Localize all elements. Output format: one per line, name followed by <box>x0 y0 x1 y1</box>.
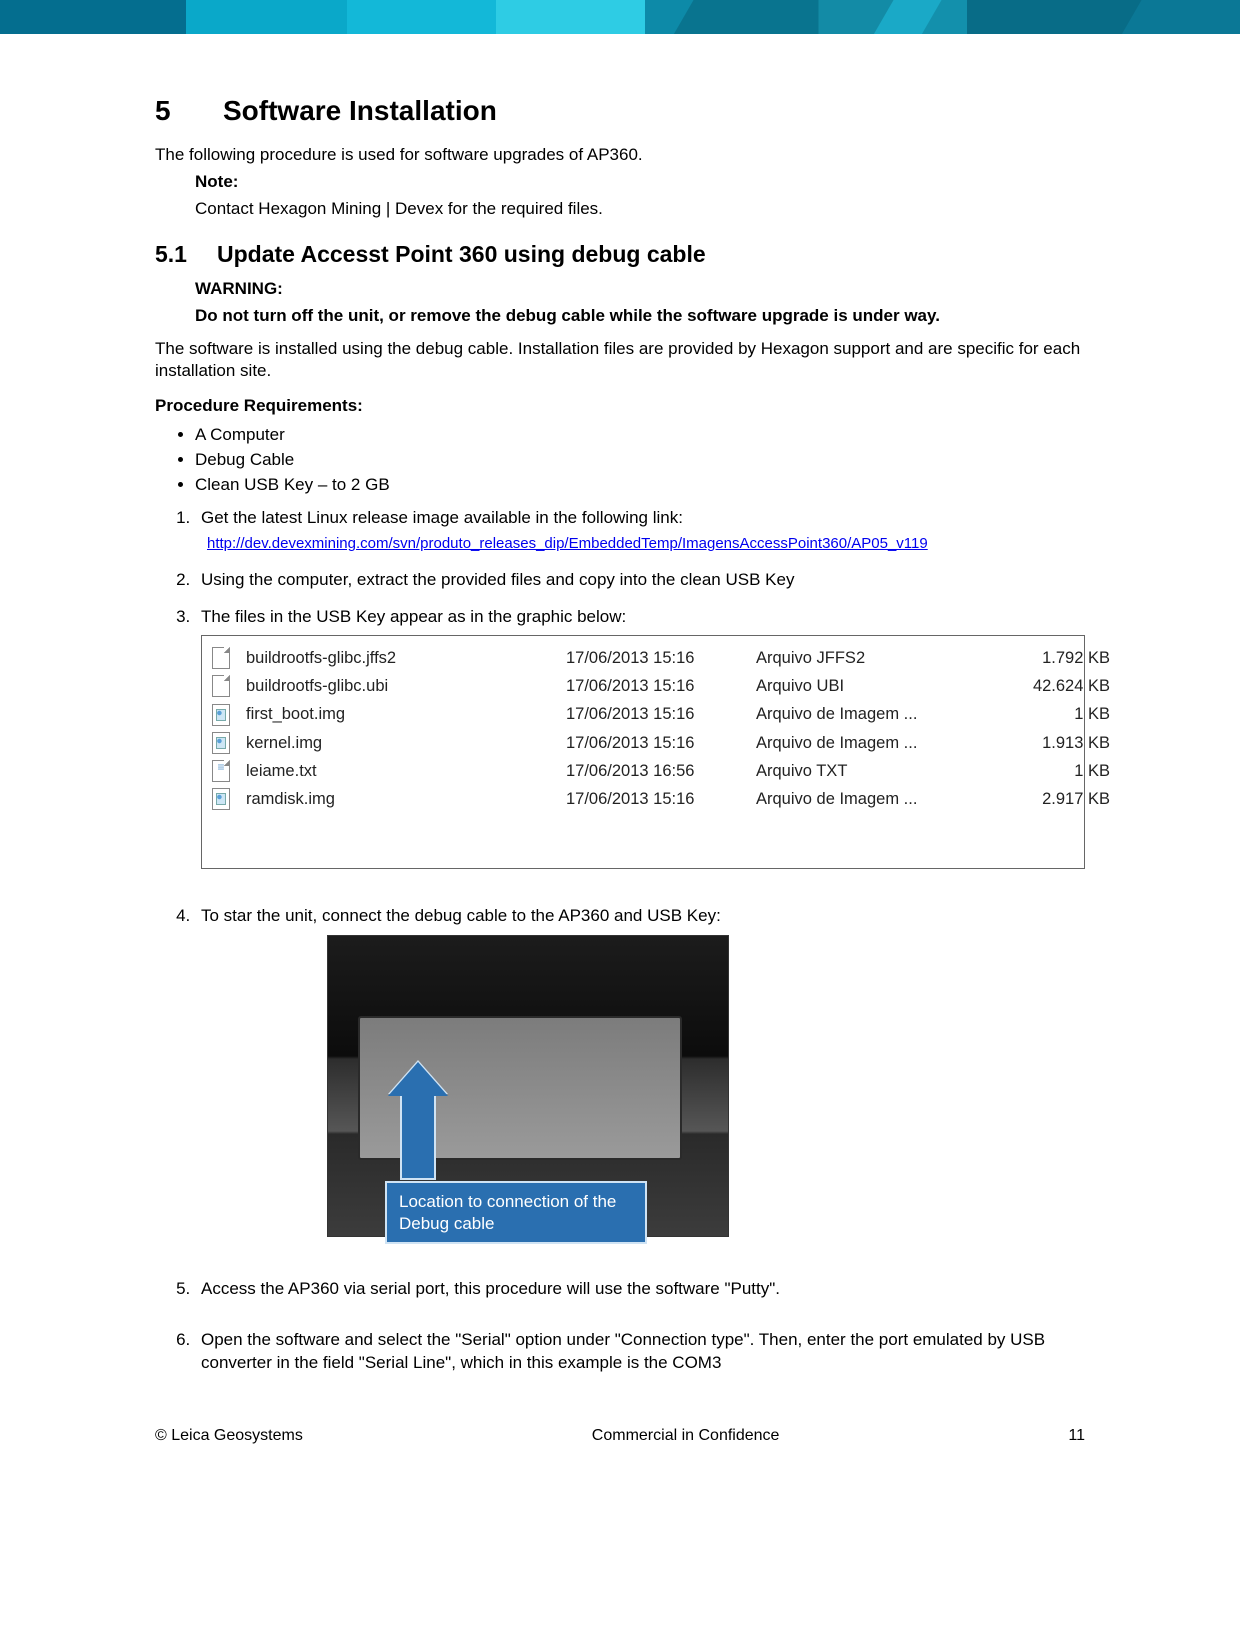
requirement-item: Clean USB Key – to 2 GB <box>195 474 1085 497</box>
requirements-list: A Computer Debug Cable Clean USB Key – t… <box>155 424 1085 497</box>
file-row: first_boot.img 17/06/2013 15:16 Arquivo … <box>202 700 1084 728</box>
file-date: 17/06/2013 15:16 <box>566 788 756 810</box>
step-text: Access the AP360 via serial port, this p… <box>201 1279 780 1298</box>
file-type: Arquivo UBI <box>756 675 986 697</box>
procedure-steps: Get the latest Linux release image avail… <box>155 507 1085 1375</box>
file-date: 17/06/2013 15:16 <box>566 647 756 669</box>
step-text: The files in the USB Key appear as in th… <box>201 607 626 626</box>
file-size: 1 KB <box>986 760 1116 782</box>
step-text: Open the software and select the "Serial… <box>201 1330 1045 1372</box>
requirement-item: Debug Cable <box>195 449 1085 472</box>
step-text: Get the latest Linux release image avail… <box>201 508 683 527</box>
page-footer: © Leica Geosystems Commercial in Confide… <box>0 1389 1240 1477</box>
file-type: Arquivo JFFS2 <box>756 647 986 669</box>
note-text: Contact Hexagon Mining | Devex for the r… <box>195 198 1085 221</box>
file-name: buildrootfs-glibc.ubi <box>246 675 566 697</box>
file-row: leiame.txt 17/06/2013 16:56 Arquivo TXT … <box>202 757 1084 785</box>
file-row: buildrootfs-glibc.ubi 17/06/2013 15:16 A… <box>202 672 1084 700</box>
section-heading: 5Software Installation <box>155 92 1085 130</box>
file-type: Arquivo de Imagem ... <box>756 732 986 754</box>
image-file-icon <box>212 732 230 754</box>
step-6: Open the software and select the "Serial… <box>195 1329 1085 1375</box>
file-type: Arquivo de Imagem ... <box>756 788 986 810</box>
body-paragraph: The software is installed using the debu… <box>155 338 1085 384</box>
file-name: leiame.txt <box>246 760 566 782</box>
header-banner <box>0 0 1240 34</box>
file-date: 17/06/2013 15:16 <box>566 703 756 725</box>
file-icon <box>212 675 230 697</box>
file-row: kernel.img 17/06/2013 15:16 Arquivo de I… <box>202 729 1084 757</box>
step-text: Using the computer, extract the provided… <box>201 570 794 589</box>
file-size: 1.792 KB <box>986 647 1116 669</box>
step-1: Get the latest Linux release image avail… <box>195 507 1085 555</box>
image-file-icon <box>212 788 230 810</box>
file-size: 42.624 KB <box>986 675 1116 697</box>
section-number: 5 <box>155 92 223 130</box>
footer-classification: Commercial in Confidence <box>592 1425 780 1447</box>
section-title: Software Installation <box>223 95 497 126</box>
step-5: Access the AP360 via serial port, this p… <box>195 1278 1085 1301</box>
release-link[interactable]: http://dev.devexmining.com/svn/produto_r… <box>207 535 928 552</box>
step-3: The files in the USB Key appear as in th… <box>195 606 1085 869</box>
step-4: To star the unit, connect the debug cabl… <box>195 905 1085 1244</box>
intro-text: The following procedure is used for soft… <box>155 144 1085 167</box>
file-type: Arquivo de Imagem ... <box>756 703 986 725</box>
warning-label: WARNING: <box>195 278 1085 301</box>
text-file-icon <box>212 760 230 782</box>
file-name: ramdisk.img <box>246 788 566 810</box>
file-date: 17/06/2013 16:56 <box>566 760 756 782</box>
note-label: Note: <box>195 171 1085 194</box>
step-text: To star the unit, connect the debug cabl… <box>201 906 721 925</box>
file-type: Arquivo TXT <box>756 760 986 782</box>
file-name: buildrootfs-glibc.jffs2 <box>246 647 566 669</box>
subsection-title: Update Accesst Point 360 using debug cab… <box>217 241 706 267</box>
file-name: first_boot.img <box>246 703 566 725</box>
file-size: 1.913 KB <box>986 732 1116 754</box>
footer-copyright: © Leica Geosystems <box>155 1425 303 1447</box>
file-listing: buildrootfs-glibc.jffs2 17/06/2013 15:16… <box>201 635 1085 869</box>
requirement-item: A Computer <box>195 424 1085 447</box>
file-size: 2.917 KB <box>986 788 1116 810</box>
photo-callout: Location to connection of the Debug cabl… <box>385 1181 647 1244</box>
subsection-heading: 5.1Update Accesst Point 360 using debug … <box>155 239 1085 270</box>
file-name: kernel.img <box>246 732 566 754</box>
file-size: 1 KB <box>986 703 1116 725</box>
file-row: buildrootfs-glibc.jffs2 17/06/2013 15:16… <box>202 644 1084 672</box>
arrow-up-icon <box>400 1090 436 1180</box>
image-file-icon <box>212 704 230 726</box>
file-date: 17/06/2013 15:16 <box>566 675 756 697</box>
file-row: ramdisk.img 17/06/2013 15:16 Arquivo de … <box>202 785 1084 813</box>
requirements-label: Procedure Requirements: <box>155 395 1085 418</box>
step-2: Using the computer, extract the provided… <box>195 569 1085 592</box>
footer-page-number: 11 <box>1068 1425 1085 1447</box>
subsection-number: 5.1 <box>155 239 217 270</box>
warning-text: Do not turn off the unit, or remove the … <box>195 305 1085 328</box>
file-icon <box>212 647 230 669</box>
file-date: 17/06/2013 15:16 <box>566 732 756 754</box>
